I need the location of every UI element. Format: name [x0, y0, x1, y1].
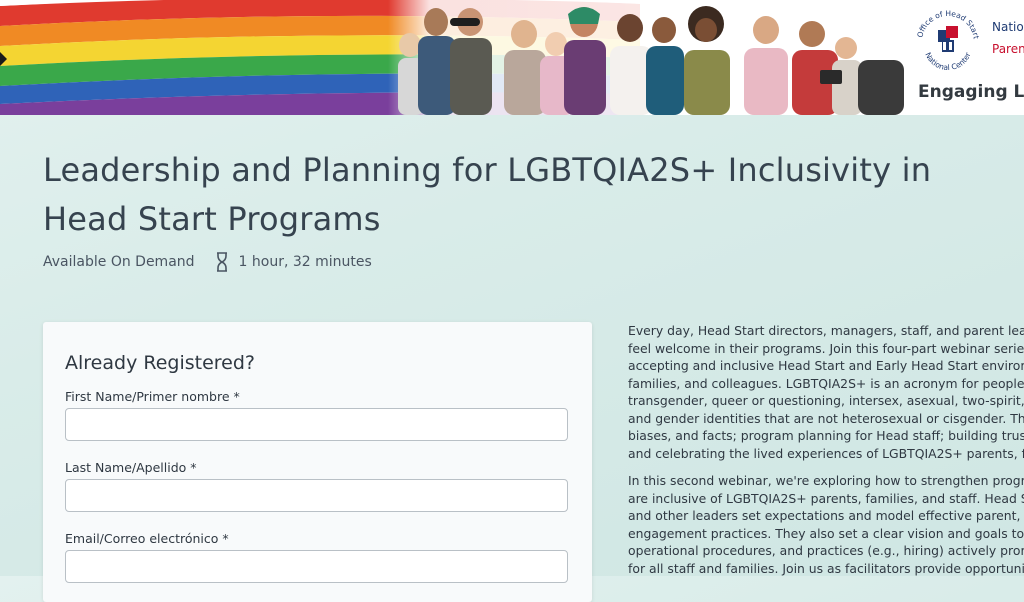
logo-name-line2: Parent: [992, 42, 1024, 56]
description-line: operational procedures, and practices (e…: [628, 543, 1024, 558]
description-line: feel welcome in their programs. Join thi…: [628, 340, 1024, 356]
description-line: Every day, Head Start directors, manager…: [628, 323, 1024, 338]
description-line: and other leaders set expectations and m…: [628, 508, 1024, 523]
availability-text: Available On Demand: [43, 254, 195, 270]
header-banner: Office of Head Start National Center Nat…: [0, 0, 1024, 115]
registration-login-card: Already Registered? First Name/Primer no…: [43, 322, 592, 602]
head-start-seal-logo: Office of Head Start National Center: [913, 7, 983, 77]
event-meta: Available On Demand 1 hour, 32 minutes: [43, 252, 372, 272]
first-name-label: First Name/Primer nombre *: [65, 389, 240, 404]
families-photo-collage: [388, 0, 904, 115]
logo-tagline: Engaging LG: [918, 82, 1024, 102]
webinar-description: Every day, Head Start directors, manager…: [628, 322, 1024, 576]
page-title: Leadership and Planning for LGBTQIA2S+ I…: [43, 151, 932, 238]
last-name-input[interactable]: [65, 479, 568, 512]
duration-text: 1 hour, 32 minutes: [238, 254, 372, 270]
logo-name-line1: Nation: [992, 20, 1024, 34]
email-input[interactable]: [65, 550, 568, 583]
hourglass-icon: [216, 252, 227, 272]
carousel-prev-marker: [0, 52, 7, 66]
description-line: accepting and inclusive Head Start and E…: [628, 358, 1024, 373]
description-line: transgender, queer or questioning, inter…: [628, 393, 1024, 408]
description-paragraph-1: Every day, Head Start directors, manager…: [628, 322, 1024, 462]
description-line: biases, and facts; program planning for …: [628, 428, 1024, 443]
description-line: engagement practices. They also set a cl…: [628, 525, 1024, 541]
description-line: and gender identities that are not heter…: [628, 410, 1024, 426]
form-heading: Already Registered?: [65, 352, 255, 374]
email-label: Email/Correo electrónico *: [65, 531, 229, 546]
last-name-label: Last Name/Apellido *: [65, 460, 197, 475]
description-line: are inclusive of LGBTQIA2S+ parents, fam…: [628, 490, 1024, 506]
description-line: In this second webinar, we're exploring …: [628, 473, 1024, 488]
description-paragraph-2: In this second webinar, we're exploring …: [628, 472, 1024, 576]
first-name-input[interactable]: [65, 408, 568, 441]
description-line: and celebrating the lived experiences of…: [628, 445, 1024, 461]
description-line: families, and colleagues. LGBTQIA2S+ is …: [628, 375, 1024, 391]
description-line: for all staff and families. Join us as f…: [628, 560, 1024, 576]
